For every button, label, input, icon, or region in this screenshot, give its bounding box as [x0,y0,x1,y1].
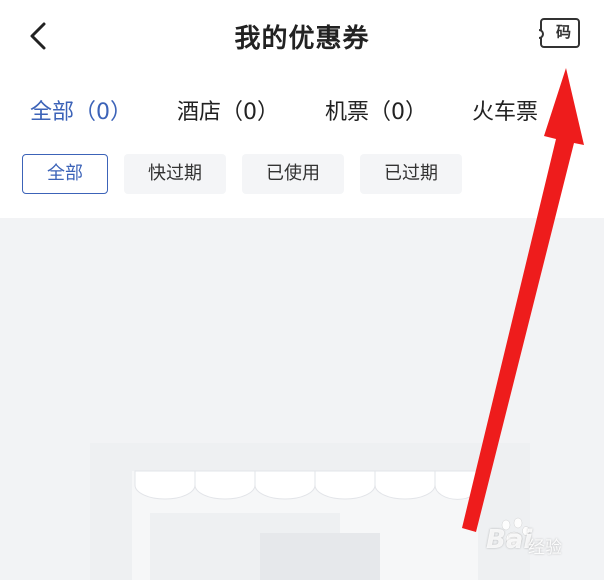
category-tabs: 全部（0） 酒店（0） 机票（0） 火车票（ [0,86,604,136]
tab-all[interactable]: 全部（0） [30,94,132,126]
coupon-code-button[interactable]: 码 [539,18,584,52]
filter-chip-expired[interactable]: 已过期 [360,154,462,194]
watermark-brand: Bai [486,525,533,555]
tab-hotel[interactable]: 酒店（0） [177,94,279,126]
tab-train[interactable]: 火车票（ [472,94,560,126]
status-filter-bar: 全部 快过期 已使用 已过期 [0,150,604,200]
tab-flight[interactable]: 机票（0） [325,94,427,126]
watermark-sub: 经验 [528,538,562,558]
code-button-label: 码 [556,23,572,41]
filter-chip-used[interactable]: 已使用 [242,154,344,194]
baidu-watermark: Bai 经验 [458,515,598,565]
filter-chip-expiring[interactable]: 快过期 [124,154,226,194]
filter-chip-all[interactable]: 全部 [22,154,108,194]
top-bar: 我的优惠券 码 [0,0,604,72]
page-title: 我的优惠券 [234,24,370,54]
